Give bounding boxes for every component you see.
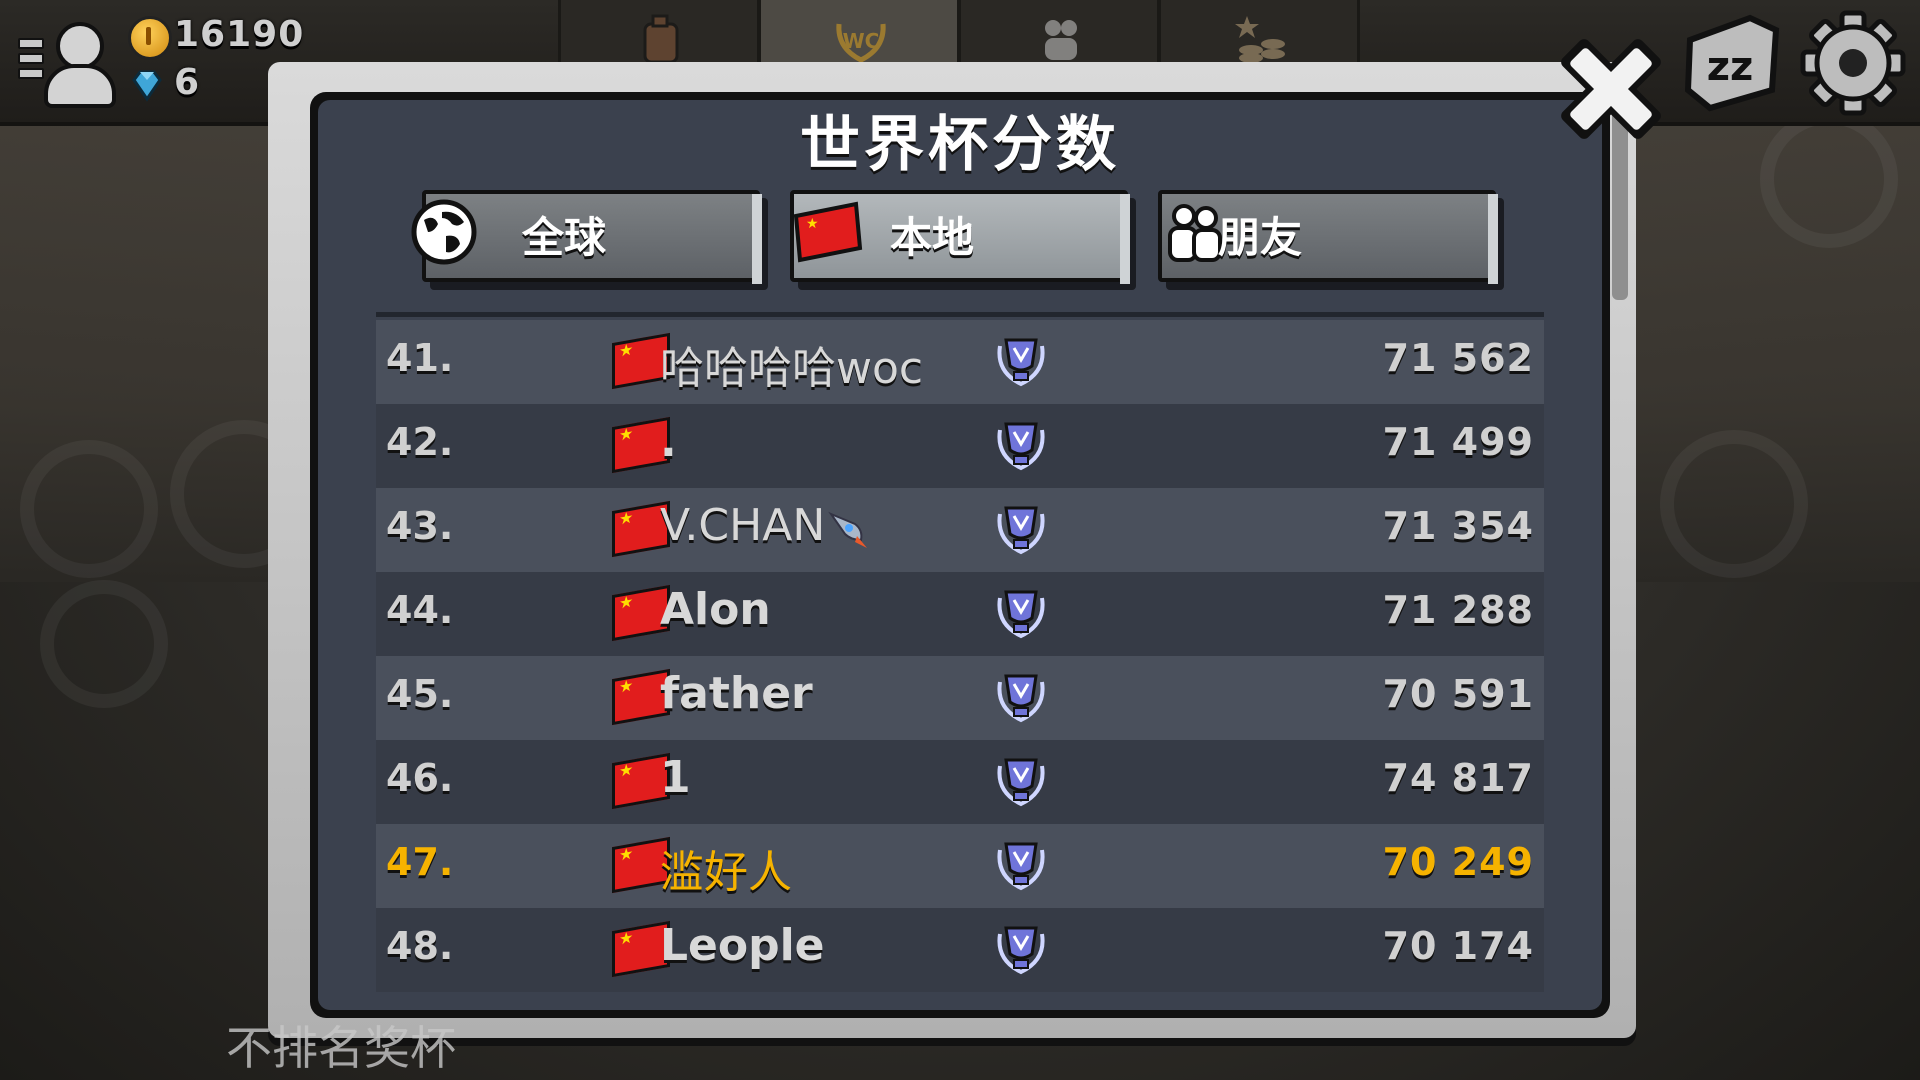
rank-number: 44. [386, 588, 454, 632]
trophies-coins-icon [1235, 16, 1285, 63]
player-name-text: Alon [660, 584, 771, 635]
fuel-can-icon [643, 14, 679, 64]
avatar-icon [56, 22, 104, 70]
background-decoration [1660, 430, 1808, 578]
leaderboard-row[interactable]: 45. father 70 591 [376, 656, 1544, 740]
leaderboard-row[interactable]: 41. 哈哈哈哈woc 71 562 [376, 320, 1544, 404]
rocket-icon [825, 500, 869, 551]
player-score: 71 562 [1382, 336, 1534, 380]
tab-friends-label: 朋友 [1218, 213, 1303, 262]
rank-number: 47. [386, 840, 454, 884]
tab-local[interactable]: ★ 本地 [790, 190, 1136, 290]
player-name: Alon [660, 584, 771, 635]
vs-players-icon [1045, 20, 1077, 60]
player-name-text: 滥好人 [660, 847, 792, 898]
coin-count: 16190 [174, 14, 305, 55]
divider [376, 312, 1544, 317]
gear-icon[interactable] [1800, 10, 1906, 116]
trophy-icon [992, 752, 1050, 810]
leaderboard-row[interactable]: 46. 1 74 817 [376, 740, 1544, 824]
menu-icon [18, 38, 44, 83]
gem-icon [132, 70, 162, 102]
leaderboard-row[interactable]: 42.. 71 499 [376, 404, 1544, 488]
player-score: 71 288 [1382, 588, 1534, 632]
player-name-text: father [660, 668, 813, 719]
rank-number: 43. [386, 504, 454, 548]
player-name-text: . [660, 416, 677, 467]
background-decoration [20, 440, 158, 578]
gem-count: 6 [174, 62, 201, 103]
rank-number: 41. [386, 336, 454, 380]
player-score: 70 174 [1382, 924, 1534, 968]
player-name-text: 哈哈哈哈woc [660, 343, 924, 394]
player-name-text: Leople [660, 920, 825, 971]
trophy-icon [992, 500, 1050, 558]
player-name: . [660, 416, 677, 467]
tab-local-label: 本地 [890, 213, 975, 262]
close-button[interactable] [1552, 30, 1670, 148]
player-name: 1 [660, 752, 691, 803]
player-name-text: 1 [660, 752, 691, 803]
svg-text:★: ★ [806, 216, 819, 232]
globe-icon [411, 199, 477, 265]
rank-number: 42. [386, 420, 454, 464]
coin-icon [128, 16, 172, 60]
footer-label: 不排名奖杯 [226, 1021, 456, 1075]
leaderboard-row-current-player[interactable]: 47. 滥好人 70 249 [376, 824, 1544, 908]
tab-global-label: 全球 [522, 213, 607, 262]
player-score: 70 249 [1382, 840, 1534, 884]
player-name: Leople [660, 920, 825, 971]
svg-text:zz: zz [1707, 44, 1754, 90]
player-score: 71 499 [1382, 420, 1534, 464]
player-score: 71 354 [1382, 504, 1534, 548]
trophy-icon [992, 836, 1050, 894]
rank-number: 45. [386, 672, 454, 716]
trophy-icon [992, 668, 1050, 726]
trophy-icon [992, 332, 1050, 390]
leaderboard-row[interactable]: 43. V.CHAN 71 354 [376, 488, 1544, 572]
player-name: V.CHAN [660, 500, 869, 551]
china-flag-icon: ★ [793, 201, 863, 263]
rank-number: 48. [386, 924, 454, 968]
leaderboard-row[interactable]: 44. Alon 71 288 [376, 572, 1544, 656]
tab-friends[interactable]: 朋友 [1158, 190, 1504, 290]
rank-number: 46. [386, 756, 454, 800]
trophy-icon [992, 920, 1050, 978]
profile-menu-button[interactable] [14, 16, 116, 108]
panel-title: 世界杯分数 [800, 110, 1120, 180]
background-decoration [40, 580, 168, 708]
trophy-icon [992, 416, 1050, 474]
svg-text:WC: WC [843, 29, 880, 53]
tab-global[interactable]: 全球 [411, 190, 768, 290]
player-score: 70 591 [1382, 672, 1534, 716]
player-name: 滥好人 [660, 836, 792, 900]
player-score: 74 817 [1382, 756, 1534, 800]
world-cup-icon: WC [836, 23, 886, 63]
sleep-mode-icon[interactable]: zz [1680, 10, 1786, 116]
leaderboard-row[interactable]: 48. Leople 70 174 [376, 908, 1544, 992]
player-name: 哈哈哈哈woc [660, 332, 923, 396]
background-decoration [1760, 110, 1898, 248]
player-name-text: V.CHAN [660, 500, 826, 551]
trophy-icon [992, 584, 1050, 642]
player-name: father [660, 668, 813, 719]
